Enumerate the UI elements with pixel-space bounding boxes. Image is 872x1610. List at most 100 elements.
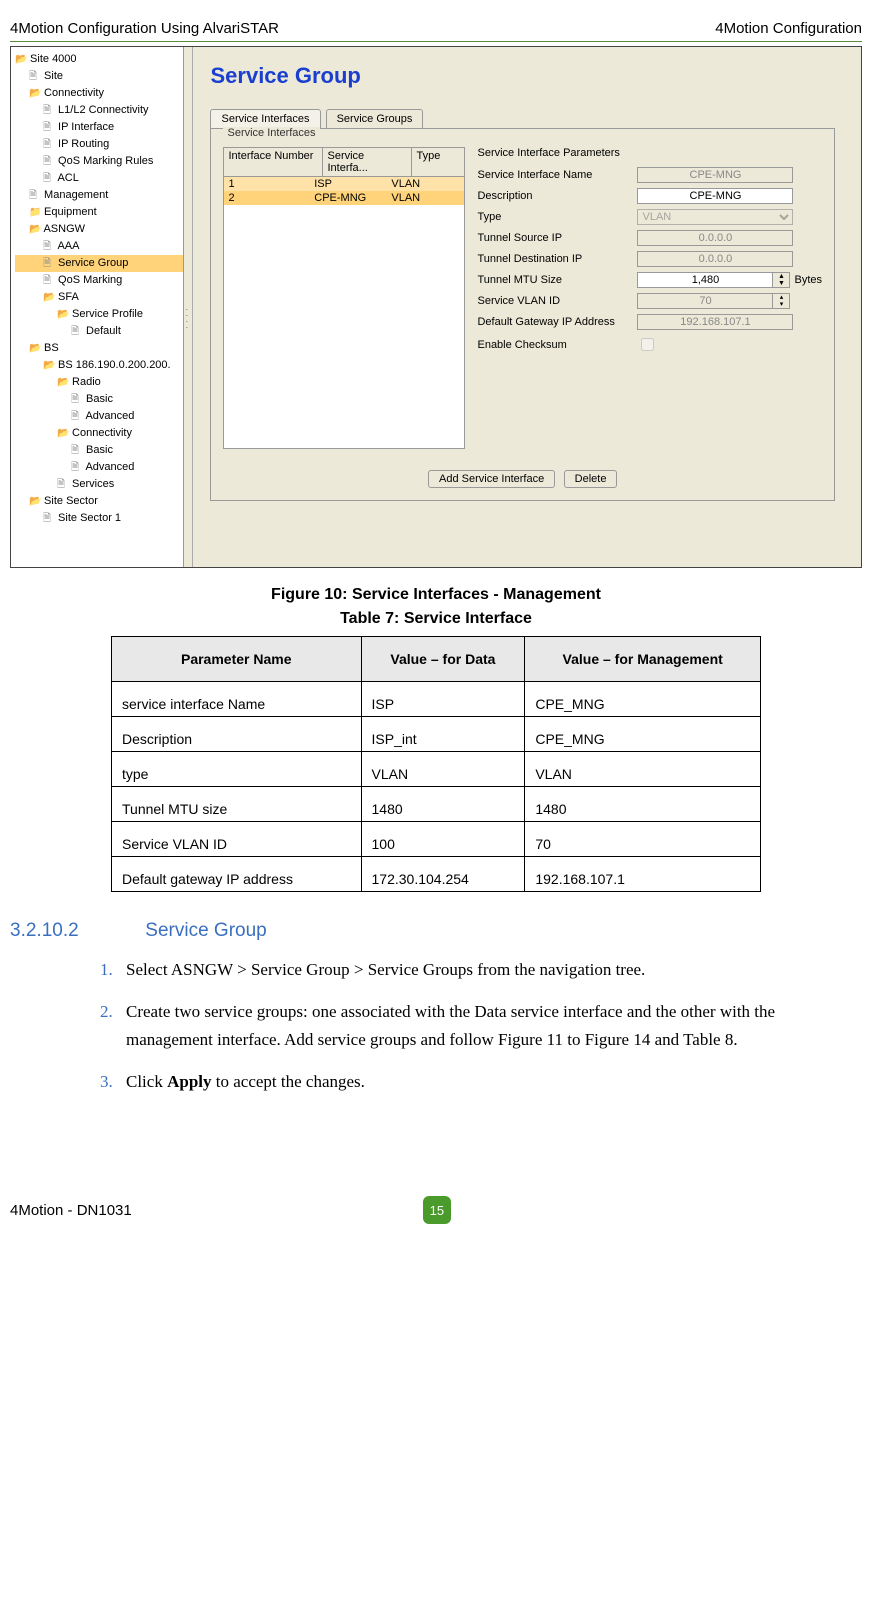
folder-icon [29, 204, 41, 221]
col-type[interactable]: Type [412, 148, 464, 176]
file-icon [43, 255, 55, 272]
tab-service-interfaces[interactable]: Service Interfaces [210, 109, 320, 128]
spinner-buttons[interactable]: ▲▼ [772, 273, 789, 287]
tree-node[interactable]: ACL [15, 170, 183, 187]
splitter-handle[interactable]: ···· [184, 47, 193, 567]
page-number: 15 [423, 1196, 451, 1224]
mtu-spinner[interactable]: ▲▼ [637, 272, 790, 288]
folder-icon [43, 357, 55, 374]
tree-node[interactable]: Advanced [15, 408, 183, 425]
delete-button[interactable]: Delete [564, 470, 618, 488]
spinner-buttons[interactable]: ▴▾ [772, 294, 789, 308]
folder-icon [43, 289, 55, 306]
type-select: VLAN [637, 209, 793, 225]
tree-label: Connectivity [41, 87, 104, 99]
folder-icon [29, 340, 41, 357]
tree-label: Radio [69, 376, 101, 388]
table-cell: VLAN [525, 752, 761, 787]
tree-label: Advanced [83, 410, 134, 422]
add-service-interface-button[interactable]: Add Service Interface [428, 470, 555, 488]
table-row[interactable]: 1 ISP VLAN [224, 177, 464, 191]
folder-icon [29, 493, 41, 510]
description-input[interactable] [637, 188, 793, 204]
table-caption: Table 7: Service Interface [10, 610, 862, 628]
tree-node[interactable]: Site Sector [15, 493, 183, 510]
tree-node[interactable]: ASNGW [15, 221, 183, 238]
section-heading: 3.2.10.2 Service Group [10, 920, 862, 942]
vlan-spinner[interactable]: ▴▾ [637, 293, 790, 309]
tree-node[interactable]: Site Sector 1 [15, 510, 183, 527]
tunnel-source-ip-input [637, 230, 793, 246]
tree-label: BS 186.190.0.200.200. [55, 359, 171, 371]
header-left: 4Motion Configuration Using AlvariSTAR [10, 20, 279, 37]
table-cell: VLAN [361, 752, 525, 787]
col-service-interface[interactable]: Service Interfa... [323, 148, 412, 176]
tree-label: Service Group [55, 257, 128, 269]
nav-tree[interactable]: Site 4000 Site Connectivity L1/L2 Connec… [11, 47, 184, 567]
tab-service-groups[interactable]: Service Groups [326, 109, 424, 128]
tree-node[interactable]: BS [15, 340, 183, 357]
tree-label: SFA [55, 291, 79, 303]
table-row: DescriptionISP_intCPE_MNG [112, 717, 761, 752]
tree-label: Connectivity [69, 427, 132, 439]
table-cell: service interface Name [112, 682, 362, 717]
service-interface-table: Parameter Name Value – for Data Value – … [111, 636, 761, 892]
label: Tunnel MTU Size [477, 274, 637, 286]
tree-node[interactable]: Advanced [15, 459, 183, 476]
tree-node[interactable]: AAA [15, 238, 183, 255]
tree-node[interactable]: Equipment [15, 204, 183, 221]
tree-label: ACL [55, 172, 79, 184]
table-cell: CPE_MNG [525, 682, 761, 717]
tree-node[interactable]: Radio [15, 374, 183, 391]
tree-node[interactable]: BS 186.190.0.200.200. [15, 357, 183, 374]
tree-node[interactable]: Services [15, 476, 183, 493]
tree-node[interactable]: QoS Marking [15, 272, 183, 289]
tree-node[interactable]: Site 4000 [15, 51, 183, 68]
panel-title: Service Group [190, 53, 855, 109]
tree-node[interactable]: Management [15, 187, 183, 204]
tree-node[interactable]: IP Interface [15, 119, 183, 136]
table-cell: Description [112, 717, 362, 752]
tree-node[interactable]: Connectivity [15, 85, 183, 102]
gateway-ip-input [637, 314, 793, 330]
col-interface-number[interactable]: Interface Number [224, 148, 323, 176]
tree-node[interactable]: Basic [15, 442, 183, 459]
tree-node[interactable]: L1/L2 Connectivity [15, 102, 183, 119]
table-cell: 192.168.107.1 [525, 857, 761, 892]
screenshot: Site 4000 Site Connectivity L1/L2 Connec… [10, 46, 862, 568]
tree-label: Service Profile [69, 308, 143, 320]
tree-node[interactable]: Site [15, 68, 183, 85]
table-cell: Default gateway IP address [112, 857, 362, 892]
fieldset-label: Service Interfaces [223, 127, 319, 139]
file-icon [71, 459, 83, 476]
tree-node[interactable]: SFA [15, 289, 183, 306]
tree-node[interactable]: Service Profile [15, 306, 183, 323]
tree-label: BS [41, 342, 59, 354]
table-cell: CPE_MNG [525, 717, 761, 752]
page-header: 4Motion Configuration Using AlvariSTAR 4… [10, 0, 862, 42]
enable-checksum-checkbox [641, 338, 654, 351]
table-cell: 70 [525, 822, 761, 857]
label: Tunnel Destination IP [477, 253, 637, 265]
tree-node[interactable]: IP Routing [15, 136, 183, 153]
service-interface-table[interactable]: Interface Number Service Interfa... Type… [223, 147, 465, 449]
tree-label: L1/L2 Connectivity [55, 104, 149, 116]
label: Tunnel Source IP [477, 232, 637, 244]
tree-node[interactable]: QoS Marking Rules [15, 153, 183, 170]
table-row[interactable]: 2 CPE-MNG VLAN [224, 191, 464, 205]
mtu-input[interactable] [638, 273, 772, 287]
table-cell: 172.30.104.254 [361, 857, 525, 892]
tree-node[interactable]: Default [15, 323, 183, 340]
header-right: 4Motion Configuration [715, 20, 862, 37]
tree-label: Site Sector [41, 495, 98, 507]
tree-node[interactable]: Basic [15, 391, 183, 408]
file-icon [43, 153, 55, 170]
tree-node[interactable]: Service Group [15, 255, 183, 272]
table-cell: Tunnel MTU size [112, 787, 362, 822]
tree-node[interactable]: Connectivity [15, 425, 183, 442]
step-item: Create two service groups: one associate… [100, 998, 862, 1054]
section-number: 3.2.10.2 [10, 920, 140, 942]
figure-caption: Figure 10: Service Interfaces - Manageme… [10, 586, 862, 604]
tree-label: Site 4000 [27, 53, 77, 65]
tree-label: IP Routing [55, 138, 109, 150]
